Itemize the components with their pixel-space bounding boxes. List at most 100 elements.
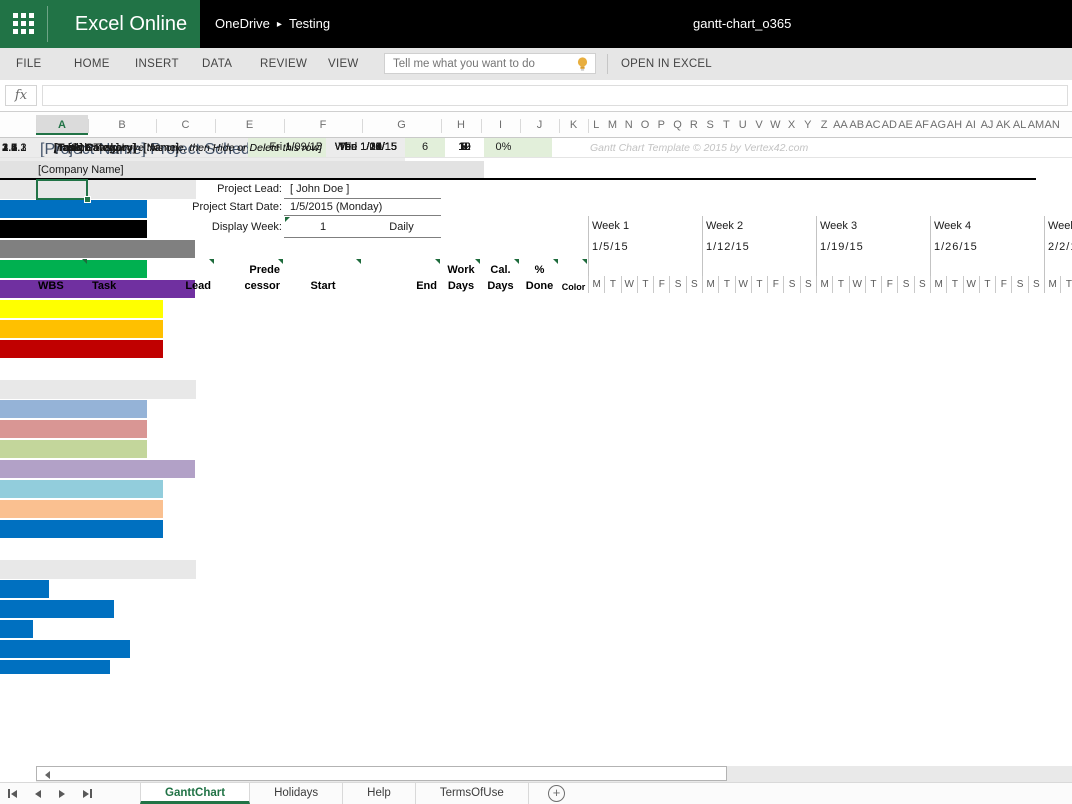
- open-in-excel-button[interactable]: OPEN IN EXCEL: [621, 48, 712, 80]
- cell-color-code[interactable]: [523, 138, 552, 157]
- column-header-V[interactable]: V: [751, 115, 767, 135]
- field-value[interactable]: 1: [284, 216, 362, 238]
- gantt-bar[interactable]: [0, 600, 114, 618]
- column-header-E[interactable]: E: [215, 115, 284, 135]
- add-sheet-icon[interactable]: +: [548, 785, 565, 802]
- selected-cell-box[interactable]: [36, 179, 88, 200]
- cell-pct-done[interactable]: 0%: [484, 138, 523, 157]
- gantt-bar[interactable]: [0, 460, 195, 478]
- column-header-AK[interactable]: AK: [995, 115, 1011, 135]
- gantt-bar[interactable]: [0, 240, 195, 258]
- comment-indicator-icon: [435, 259, 440, 264]
- column-header-A[interactable]: A: [36, 115, 88, 135]
- app-launcher-waffle-icon[interactable]: [13, 13, 35, 35]
- column-header-AG[interactable]: AG: [930, 115, 946, 135]
- app-name[interactable]: Excel Online: [62, 0, 200, 48]
- column-header-J[interactable]: J: [520, 115, 559, 135]
- field-unit[interactable]: Daily: [362, 216, 441, 238]
- column-header-AI[interactable]: AI: [963, 115, 979, 135]
- tell-me-box[interactable]: [384, 53, 596, 74]
- gantt-bar[interactable]: [0, 640, 130, 658]
- gantt-bar[interactable]: [0, 320, 163, 338]
- gantt-bar[interactable]: [0, 620, 33, 638]
- cell-task[interactable]: [Task]: [54, 138, 414, 158]
- column-header-K[interactable]: K: [559, 115, 588, 135]
- column-header-AF[interactable]: AF: [914, 115, 930, 135]
- column-header-X[interactable]: X: [783, 115, 799, 135]
- breadcrumb-item[interactable]: OneDrive: [215, 16, 270, 31]
- column-header-N[interactable]: N: [621, 115, 637, 135]
- header-cal-days: Days: [481, 278, 520, 294]
- gantt-bar[interactable]: [0, 340, 163, 358]
- column-header-L[interactable]: L: [588, 115, 604, 135]
- tell-me-input[interactable]: [385, 54, 579, 73]
- column-header-G[interactable]: G: [362, 115, 441, 135]
- column-header-AJ[interactable]: AJ: [979, 115, 995, 135]
- menu-tab-insert[interactable]: INSERT: [135, 48, 179, 80]
- company-name-cell[interactable]: [Company Name]: [38, 161, 238, 179]
- column-header-U[interactable]: U: [735, 115, 751, 135]
- gantt-bar[interactable]: [0, 300, 163, 318]
- scroll-left-icon[interactable]: [45, 771, 50, 779]
- menu-tab-file[interactable]: FILE: [16, 48, 42, 80]
- column-header-O[interactable]: O: [637, 115, 653, 135]
- column-header-I[interactable]: I: [481, 115, 520, 135]
- column-header-AN[interactable]: AN: [1044, 115, 1060, 135]
- gantt-bar[interactable]: [0, 440, 147, 458]
- column-header-H[interactable]: H: [441, 115, 481, 135]
- last-sheet-icon[interactable]: [83, 789, 92, 798]
- header-predecessor: cessor: [215, 278, 280, 294]
- column-header-C[interactable]: C: [156, 115, 215, 135]
- fx-icon[interactable]: fx: [5, 85, 37, 106]
- sheet-tab-termsofuse[interactable]: TermsOfUse: [416, 783, 529, 804]
- column-header-S[interactable]: S: [702, 115, 718, 135]
- breadcrumb-item[interactable]: Testing: [289, 16, 330, 31]
- gantt-bar[interactable]: [0, 260, 147, 278]
- gantt-bar[interactable]: [0, 520, 163, 538]
- field-value[interactable]: 1/5/2015 (Monday): [290, 199, 490, 216]
- gantt-bar[interactable]: [0, 480, 163, 498]
- gantt-bar[interactable]: [0, 400, 147, 418]
- menu-tab-view[interactable]: VIEW: [328, 48, 359, 80]
- first-sheet-icon[interactable]: [8, 789, 17, 798]
- gantt-bar[interactable]: [0, 580, 49, 598]
- sheet-tab-help[interactable]: Help: [343, 783, 416, 804]
- column-header-AD[interactable]: AD: [881, 115, 897, 135]
- selection-fill-handle[interactable]: [84, 196, 91, 203]
- field-value[interactable]: [ John Doe ]: [290, 179, 490, 199]
- day-letter-cell: F: [767, 276, 783, 293]
- column-header-Q[interactable]: Q: [669, 115, 685, 135]
- gantt-bar[interactable]: [0, 420, 147, 438]
- gantt-bar[interactable]: [0, 500, 163, 518]
- column-header-AL[interactable]: AL: [1011, 115, 1027, 135]
- column-header-T[interactable]: T: [718, 115, 734, 135]
- column-header-AM[interactable]: AM: [1028, 115, 1044, 135]
- next-sheet-icon[interactable]: [59, 790, 65, 798]
- prev-sheet-icon[interactable]: [35, 790, 41, 798]
- column-header-P[interactable]: P: [653, 115, 669, 135]
- column-header-F[interactable]: F: [284, 115, 362, 135]
- worksheet-grid[interactable]: [Project Name] Project ScheduleGantt Cha…: [0, 138, 1072, 766]
- column-header-Z[interactable]: Z: [816, 115, 832, 135]
- document-title[interactable]: gantt-chart_o365: [693, 0, 791, 48]
- column-header-W[interactable]: W: [767, 115, 783, 135]
- cell-wbs[interactable]: 3.4: [2, 138, 62, 158]
- sheet-tab-holidays[interactable]: Holidays: [250, 783, 343, 804]
- scrollbar-thumb[interactable]: [36, 766, 727, 781]
- column-header-AA[interactable]: AA: [832, 115, 848, 135]
- formula-input[interactable]: [42, 85, 1068, 106]
- column-header-R[interactable]: R: [686, 115, 702, 135]
- menu-tab-home[interactable]: HOME: [74, 48, 110, 80]
- gantt-bar-partial[interactable]: [0, 660, 110, 674]
- column-header-AB[interactable]: AB: [849, 115, 865, 135]
- cell-cal-days[interactable]: 8: [445, 138, 484, 157]
- column-header-B[interactable]: B: [88, 115, 156, 135]
- column-header-M[interactable]: M: [604, 115, 620, 135]
- column-header-Y[interactable]: Y: [800, 115, 816, 135]
- sheet-tab-ganttchart[interactable]: GanttChart: [140, 783, 250, 804]
- menu-tab-data[interactable]: DATA: [202, 48, 232, 80]
- column-header-AH[interactable]: AH: [946, 115, 962, 135]
- menu-tab-review[interactable]: REVIEW: [260, 48, 307, 80]
- column-header-AC[interactable]: AC: [865, 115, 881, 135]
- column-header-AE[interactable]: AE: [897, 115, 913, 135]
